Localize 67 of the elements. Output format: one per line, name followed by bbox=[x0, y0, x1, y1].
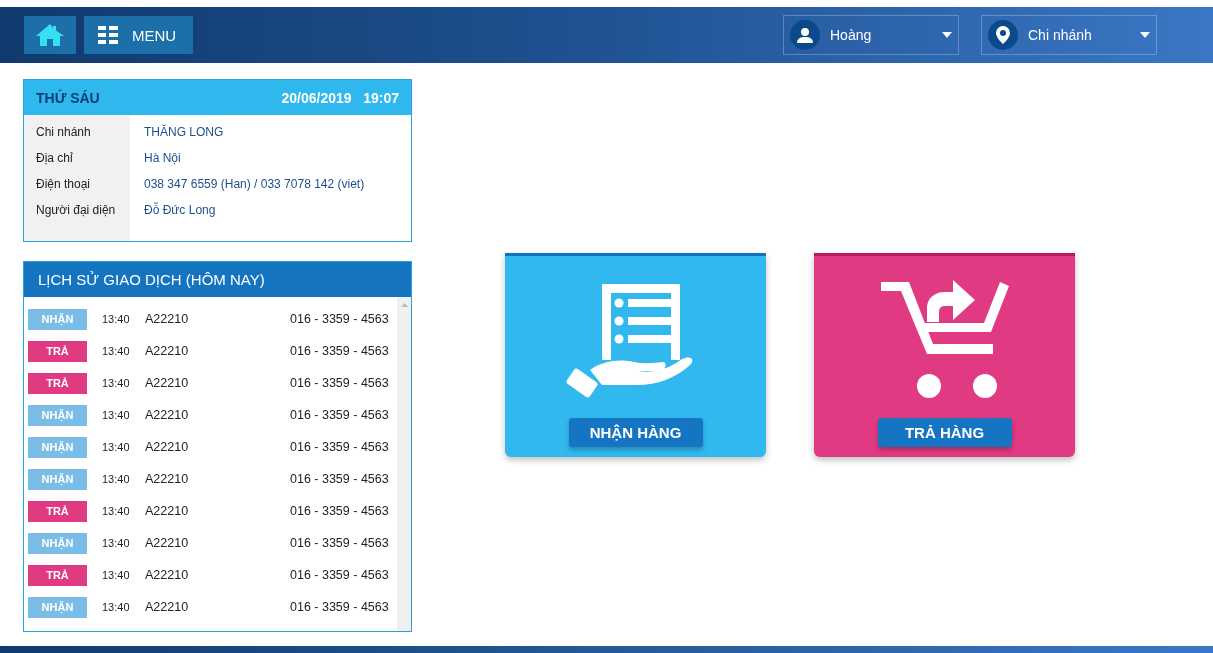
home-button[interactable] bbox=[24, 16, 76, 54]
transaction-code: A22210 bbox=[145, 600, 190, 614]
type-tag: NHẬN bbox=[28, 404, 87, 426]
phone-number: 016 - 3359 - 4563 bbox=[290, 600, 389, 614]
type-tag: TRẢ bbox=[28, 500, 87, 522]
field-value: Hà Nội bbox=[144, 150, 182, 167]
type-tag: NHẬN bbox=[28, 468, 87, 490]
phone-number: 016 - 3359 - 4563 bbox=[290, 504, 389, 518]
transaction-time: 13:40 bbox=[102, 601, 131, 613]
caret-icon bbox=[942, 32, 952, 38]
transaction-code: A22210 bbox=[145, 472, 190, 486]
branch-dropdown[interactable]: Chi nhánh bbox=[981, 15, 1157, 55]
transaction-code: A22210 bbox=[145, 376, 190, 390]
field-value: Đỗ Đức Long bbox=[144, 201, 217, 219]
transaction-code: A22210 bbox=[145, 536, 190, 550]
field-label: Người đại diện bbox=[36, 202, 117, 219]
field-value: THĂNG LONG bbox=[144, 123, 225, 141]
user-dropdown[interactable]: Hoàng bbox=[783, 15, 959, 55]
scrollbar[interactable] bbox=[397, 297, 411, 631]
transaction-time: 13:40 bbox=[102, 377, 131, 389]
date-time: 20/06/2019 19:07 bbox=[281, 89, 399, 106]
transaction-time: 13:40 bbox=[102, 441, 131, 453]
phone-number: 016 - 3359 - 4563 bbox=[290, 376, 389, 390]
history-title: LỊCH SỬ GIAO DỊCH (HÔM NAY) bbox=[24, 262, 411, 297]
weekday: THỨ SÁU bbox=[36, 89, 100, 106]
transaction-code: A22210 bbox=[145, 504, 190, 518]
menu-button[interactable]: MENU bbox=[84, 16, 194, 54]
field-label: Địa chỉ bbox=[36, 150, 74, 167]
transaction-code: A22210 bbox=[145, 440, 190, 454]
type-tag: TRẢ bbox=[28, 340, 87, 362]
phone-number: 016 - 3359 - 4563 bbox=[290, 568, 389, 582]
phone-number: 016 - 3359 - 4563 bbox=[290, 440, 389, 454]
type-tag: NHẬN bbox=[28, 436, 87, 458]
transaction-code: A22210 bbox=[145, 408, 190, 422]
field-label: Điện thoại bbox=[36, 176, 92, 193]
transaction-time: 13:40 bbox=[102, 537, 131, 549]
transaction-time: 13:40 bbox=[102, 345, 131, 357]
transaction-code: A22210 bbox=[145, 568, 190, 582]
type-tag: NHẬN bbox=[28, 308, 87, 330]
action-button[interactable]: NHẬN HÀNG bbox=[568, 418, 703, 447]
transaction-time: 13:40 bbox=[102, 569, 131, 581]
phone-number: 016 - 3359 - 4563 bbox=[290, 312, 389, 326]
grid-menu-icon bbox=[98, 26, 118, 44]
scroll-up-icon bbox=[400, 303, 408, 307]
caret-icon bbox=[1140, 32, 1150, 38]
action-tile[interactable]: TRẢ HÀNG bbox=[814, 253, 1075, 457]
phone-number: 016 - 3359 - 4563 bbox=[290, 536, 389, 550]
home-icon bbox=[36, 23, 64, 47]
action-tile[interactable]: NHẬN HÀNG bbox=[505, 253, 766, 457]
type-tag: TRẢ bbox=[28, 564, 87, 586]
transaction-code: A22210 bbox=[145, 344, 190, 358]
phone-number: 016 - 3359 - 4563 bbox=[290, 344, 389, 358]
type-tag: TRẢ bbox=[28, 372, 87, 394]
type-tag: NHẬN bbox=[28, 596, 87, 618]
action-button[interactable]: TRẢ HÀNG bbox=[877, 418, 1012, 447]
phone-number: 016 - 3359 - 4563 bbox=[290, 472, 389, 486]
field-label: Chi nhánh bbox=[36, 124, 92, 141]
transaction-time: 13:40 bbox=[102, 409, 131, 421]
transaction-code: A22210 bbox=[145, 312, 190, 326]
transaction-time: 13:40 bbox=[102, 473, 131, 485]
location-pin-icon bbox=[996, 26, 1010, 44]
phone-number: 016 - 3359 - 4563 bbox=[290, 408, 389, 422]
transaction-time: 13:40 bbox=[102, 505, 131, 517]
user-icon bbox=[797, 27, 813, 43]
field-value: 038 347 6559 (Han) / 033 7078 142 (viet) bbox=[144, 176, 366, 193]
transaction-time: 13:40 bbox=[102, 313, 131, 325]
type-tag: NHẬN bbox=[28, 532, 87, 554]
